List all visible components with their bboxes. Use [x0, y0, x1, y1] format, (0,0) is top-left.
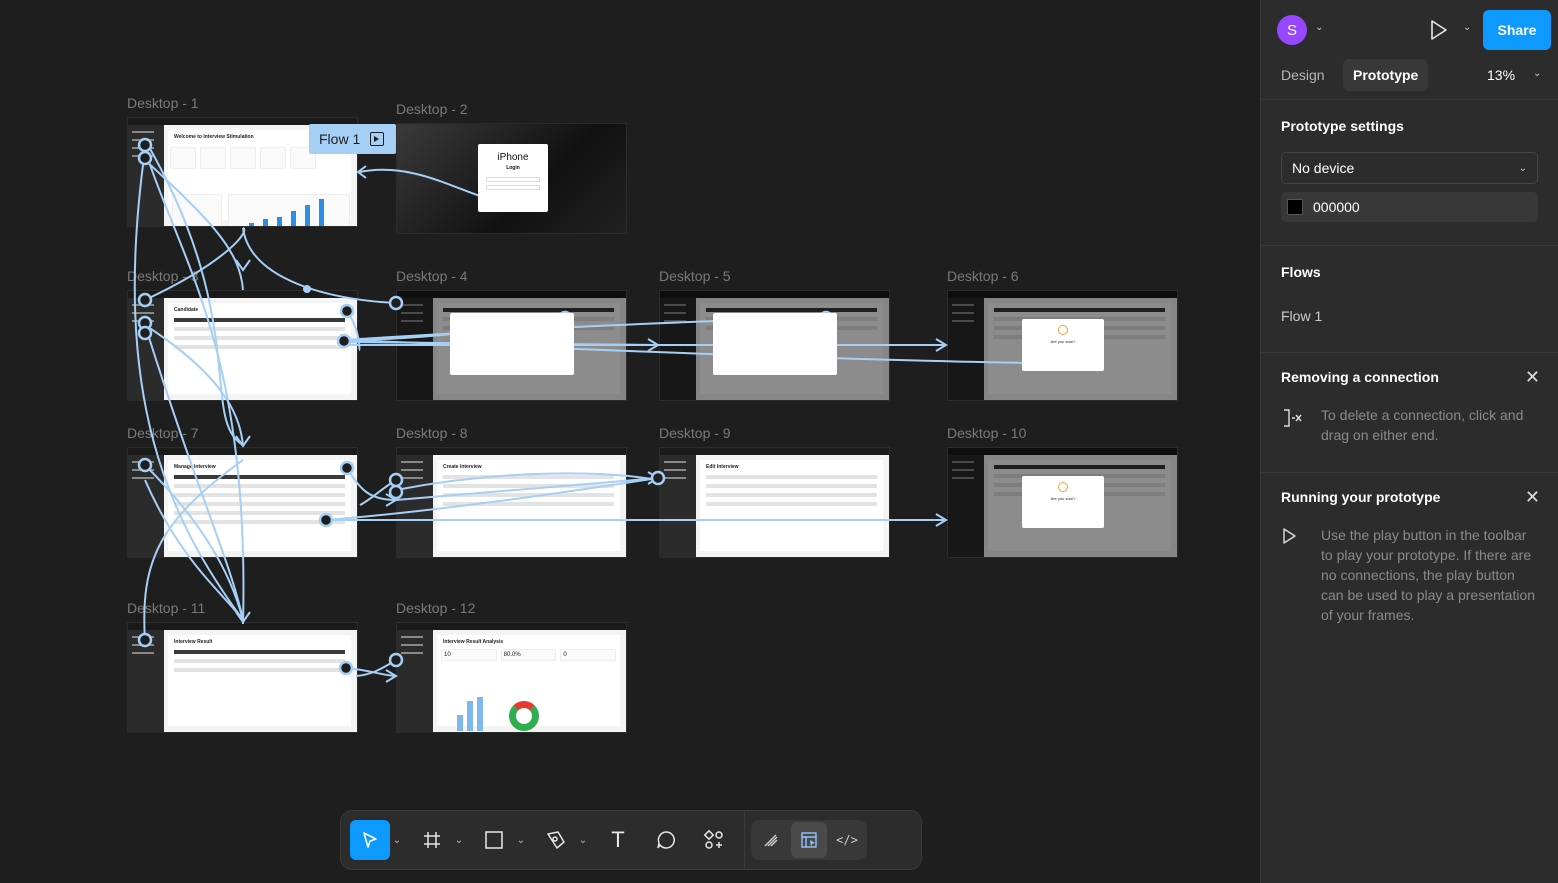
flow-list-item[interactable]: Flow 1 [1281, 308, 1538, 324]
bottom-toolbar: ⌄ ⌄ ⌄ ⌄ T </> [340, 810, 922, 870]
zoom-chevron-down-icon[interactable]: ⌄ [1533, 68, 1541, 79]
stat-selected: 0 [560, 649, 617, 661]
pen-icon [547, 831, 565, 849]
play-chevron-down-icon[interactable]: ⌄ [1463, 22, 1471, 33]
close-icon[interactable]: ✕ [1525, 367, 1540, 388]
comment-tool-button[interactable] [646, 820, 686, 860]
prototype-settings-heading: Prototype settings [1281, 118, 1404, 134]
actions-icon [703, 829, 723, 849]
avatar-chevron-down-icon[interactable]: ⌄ [1315, 22, 1323, 33]
design-mode-button[interactable] [791, 822, 827, 858]
frame-desktop-6[interactable]: Are you sure? [947, 290, 1178, 401]
background-color-value: 000000 [1313, 199, 1360, 215]
confirm-text-10: Are you sure? [1050, 496, 1076, 501]
frame-desktop-11[interactable]: Interview Result [127, 622, 358, 733]
shape-tool-button[interactable] [474, 820, 514, 860]
share-button[interactable]: Share [1483, 10, 1551, 50]
color-swatch[interactable] [1287, 199, 1303, 215]
avatar[interactable]: S [1277, 15, 1307, 45]
prototype-settings-section: Prototype settings No device ⌄ 000000 [1261, 100, 1558, 246]
flows-section: Flows Flow 1 [1261, 246, 1558, 353]
frame-label-desktop-11[interactable]: Desktop - 11 [127, 600, 205, 616]
running-prototype-tip: Running your prototype ✕ Use the play bu… [1261, 473, 1558, 625]
flows-heading: Flows [1281, 264, 1321, 280]
draw-mode-button[interactable] [753, 822, 789, 858]
frame-label-desktop-7[interactable]: Desktop - 7 [127, 425, 199, 441]
frame-label-desktop-10[interactable]: Desktop - 10 [947, 425, 1026, 441]
login-heading: Login [506, 165, 520, 171]
play-flow-icon[interactable] [370, 132, 385, 146]
frame-label-desktop-4[interactable]: Desktop - 4 [396, 268, 468, 284]
frame-desktop-7[interactable]: Manage Interview [127, 447, 358, 558]
rectangle-icon [485, 831, 503, 849]
frame-label-desktop-6[interactable]: Desktop - 6 [947, 268, 1019, 284]
design-canvas[interactable]: Desktop - 1 Desktop - 2 Desktop - 3 Desk… [0, 0, 1260, 883]
cursor-arrow-icon [363, 832, 377, 848]
removing-connection-tip: Removing a connection ✕ To delete a conn… [1261, 353, 1558, 473]
close-icon[interactable]: ✕ [1525, 487, 1540, 508]
disconnect-icon [1281, 405, 1303, 445]
frame-desktop-10[interactable]: Are you sure? [947, 447, 1178, 558]
flow-badge-label: Flow 1 [319, 131, 361, 147]
design-mode-icon [801, 832, 817, 848]
pen-tool-button[interactable] [536, 820, 576, 860]
device-select[interactable]: No device ⌄ [1281, 152, 1538, 184]
flow-start-badge[interactable]: Flow 1 [309, 124, 396, 154]
tab-design[interactable]: Design [1271, 59, 1335, 91]
frame-desktop-12[interactable]: Interview Result Analysis 10 80.0% 0 [396, 622, 627, 733]
device-select-value: No device [1292, 160, 1355, 176]
mode-switcher: </> [751, 820, 867, 860]
move-tool-button[interactable] [350, 820, 390, 860]
comment-bubble-icon [657, 831, 675, 849]
frame-tool-button[interactable] [412, 820, 452, 860]
zoom-level[interactable]: 13% [1487, 67, 1515, 83]
frame-label-desktop-12[interactable]: Desktop - 12 [396, 600, 475, 616]
frame-hash-icon [424, 832, 440, 848]
tab-prototype[interactable]: Prototype [1343, 59, 1429, 91]
removing-connection-heading: Removing a connection [1281, 369, 1439, 385]
dev-mode-icon: </> [836, 833, 858, 847]
shape-tool-chevron-down-icon[interactable]: ⌄ [514, 835, 528, 846]
dev-mode-button[interactable]: </> [829, 822, 865, 858]
frame-desktop-5[interactable] [659, 290, 890, 401]
confirm-text-6: Are you sure? [1050, 339, 1076, 344]
frame-label-desktop-2[interactable]: Desktop - 2 [396, 101, 468, 117]
frame-label-desktop-3[interactable]: Desktop - 3 [127, 268, 199, 284]
frame-7-title: Manage Interview [174, 464, 216, 470]
login-brand: iPhone [497, 152, 529, 163]
frame-12-title: Interview Result Analysis [443, 639, 504, 645]
stat-pass: 80.0% [500, 649, 557, 661]
frame-desktop-9[interactable]: Edit Interview [659, 447, 890, 558]
frame-tool-chevron-down-icon[interactable]: ⌄ [452, 835, 466, 846]
frame-3-title: Candidate [174, 307, 199, 313]
frame-label-desktop-1[interactable]: Desktop - 1 [127, 95, 199, 111]
actions-tool-button[interactable] [694, 820, 734, 860]
frame-desktop-8[interactable]: Create Interview [396, 447, 627, 558]
pen-tool-chevron-down-icon[interactable]: ⌄ [576, 835, 590, 846]
frame-desktop-4[interactable] [396, 290, 627, 401]
chevron-down-icon: ⌄ [1518, 162, 1527, 174]
frame-9-title: Edit Interview [706, 464, 739, 470]
background-color-field[interactable]: 000000 [1281, 192, 1538, 222]
running-prototype-heading: Running your prototype [1281, 489, 1441, 505]
running-prototype-text: Use the play button in the toolbar to pl… [1321, 527, 1536, 623]
frame-label-desktop-9[interactable]: Desktop - 9 [659, 425, 731, 441]
removing-connection-text: To delete a connection, click and drag o… [1321, 407, 1524, 443]
frame-11-title: Interview Result [174, 639, 213, 645]
frame-label-desktop-8[interactable]: Desktop - 8 [396, 425, 468, 441]
text-tool-button[interactable]: T [598, 820, 638, 860]
play-icon [1281, 525, 1303, 625]
draw-mode-icon [764, 834, 778, 847]
frame-desktop-3[interactable]: Candidate [127, 290, 358, 401]
stat-total: 10 [441, 649, 497, 661]
text-icon: T [611, 827, 625, 852]
move-tool-chevron-down-icon[interactable]: ⌄ [390, 835, 404, 846]
frame-label-desktop-5[interactable]: Desktop - 5 [659, 268, 731, 284]
present-play-icon[interactable] [1429, 19, 1449, 41]
frame-desktop-2[interactable]: iPhone Login [396, 123, 627, 234]
right-panel: S ⌄ ⌄ Share Design Prototype 13% ⌄ Proto… [1260, 0, 1558, 883]
frame-8-title: Create Interview [443, 464, 482, 470]
